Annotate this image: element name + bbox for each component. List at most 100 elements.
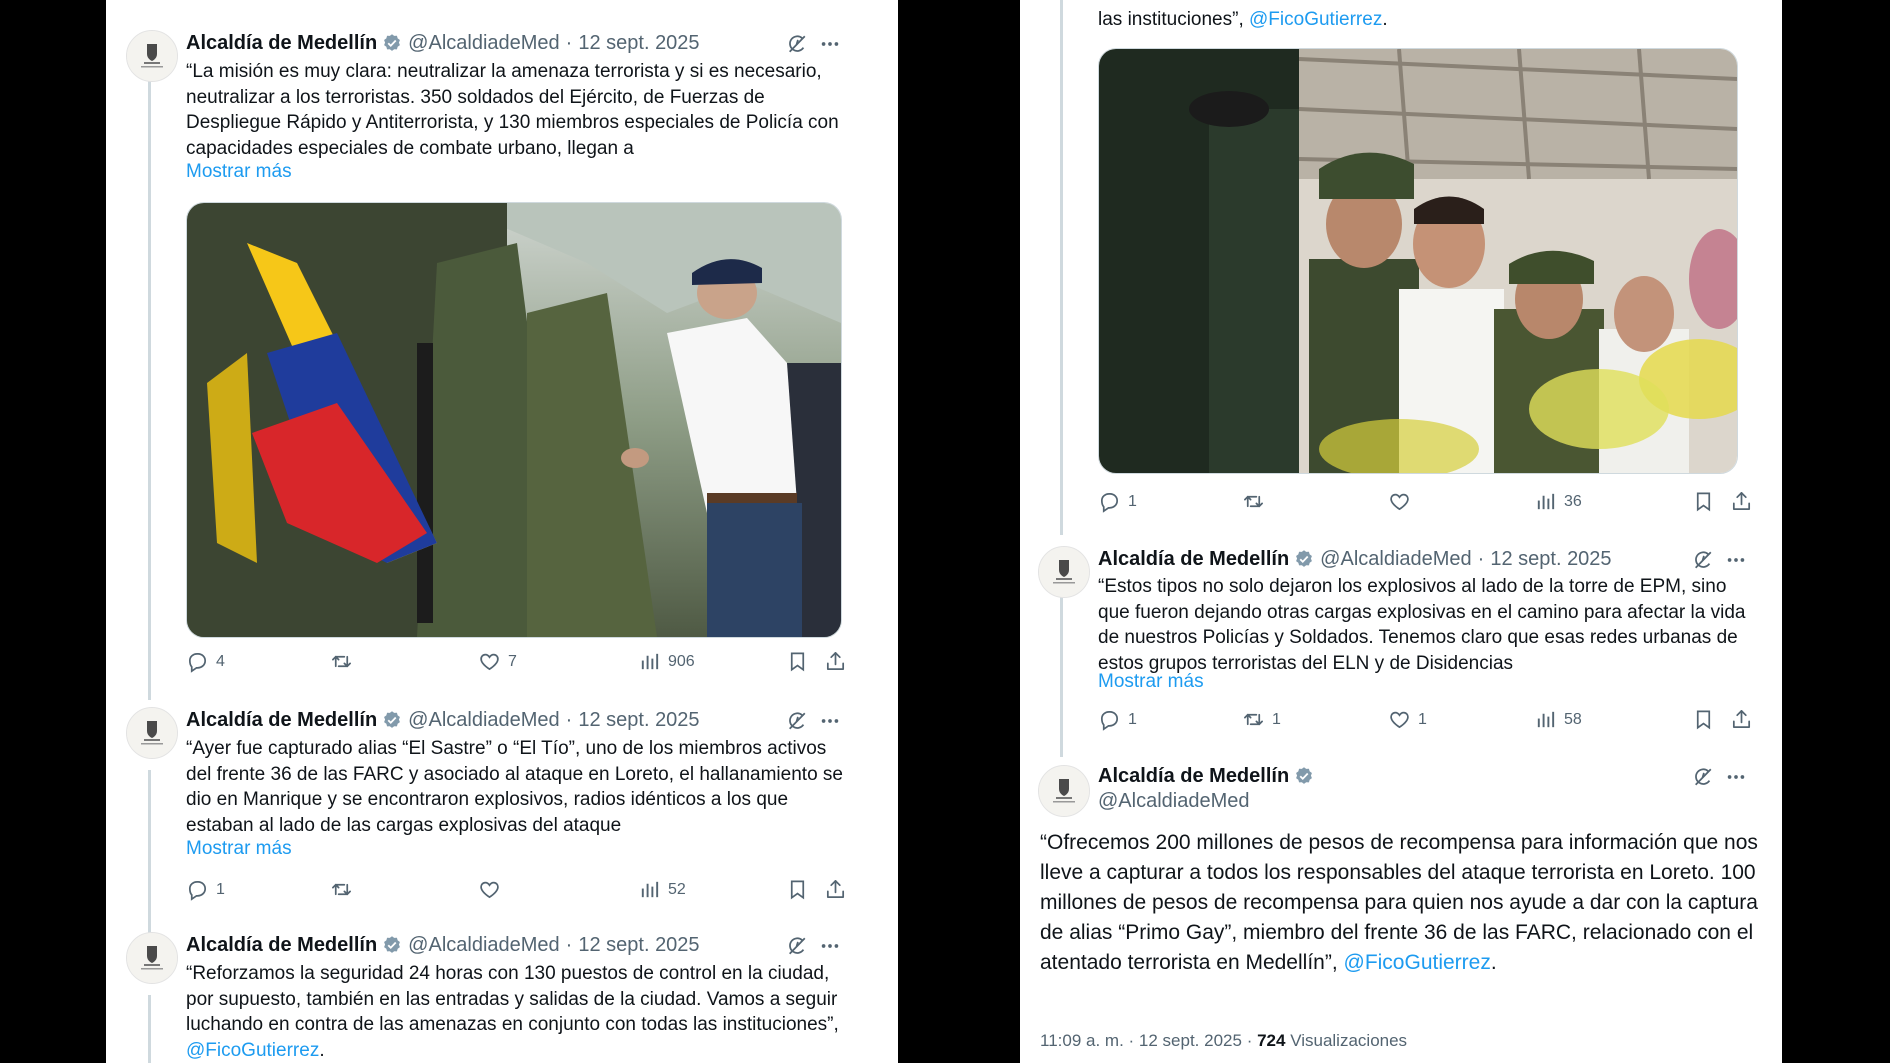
views-button[interactable]: 52	[638, 878, 686, 901]
view-count: 52	[668, 880, 686, 898]
tweet-time[interactable]: 11:09 a. m.	[1040, 1031, 1124, 1050]
tweet-photo[interactable]	[1098, 48, 1738, 474]
mention-link[interactable]: @FicoGutierrez	[1249, 9, 1382, 30]
author-name[interactable]: Alcaldía de Medellín	[1098, 765, 1289, 788]
tweet-text: las instituciones”, @FicoGutierrez.	[1098, 7, 1748, 33]
more-icon[interactable]	[818, 33, 842, 55]
views-button[interactable]: 36	[1534, 490, 1582, 513]
share-button[interactable]	[1730, 708, 1760, 731]
mention-link[interactable]: @FicoGutierrez	[186, 1040, 319, 1061]
like-button[interactable]	[1388, 490, 1418, 513]
tweet-date[interactable]: 12 sept. 2025	[1490, 548, 1611, 571]
grok-icon[interactable]	[786, 935, 808, 957]
bookmark-button[interactable]	[1692, 708, 1722, 731]
share-icon	[1730, 708, 1753, 731]
grok-icon[interactable]	[1692, 549, 1714, 571]
tweet[interactable]: Alcaldía de Medellín @AlcaldiadeMed · 12…	[106, 0, 898, 700]
avatar[interactable]	[126, 30, 178, 82]
photo-mayor-soldiers	[187, 203, 841, 637]
show-more-link[interactable]: Mostrar más	[186, 161, 292, 183]
like-button[interactable]	[478, 878, 508, 901]
avatar[interactable]	[1038, 546, 1090, 598]
avatar[interactable]	[1038, 765, 1090, 817]
bookmark-button[interactable]	[786, 650, 816, 673]
tweet[interactable]: Alcaldía de Medellín @AlcaldiadeMed · 12…	[106, 700, 898, 925]
separator-dot: ·	[1477, 547, 1485, 570]
bookmark-icon	[1692, 490, 1715, 513]
more-icon[interactable]	[1724, 766, 1748, 788]
more-icon[interactable]	[818, 935, 842, 957]
right-thread-panel: las instituciones”, @FicoGutierrez. 1 36…	[1020, 0, 1782, 1063]
bookmark-button[interactable]	[786, 878, 816, 901]
views-button[interactable]: 58	[1534, 708, 1582, 731]
separator-dot: ·	[1128, 1031, 1139, 1050]
tweet-photo[interactable]	[186, 202, 842, 638]
show-more-link[interactable]: Mostrar más	[186, 838, 292, 860]
tweet[interactable]: Alcaldía de Medellín @AlcaldiadeMed · 12…	[106, 925, 898, 1063]
retweet-button[interactable]	[330, 650, 360, 673]
tweet-date[interactable]: 12 sept. 2025	[1139, 1031, 1242, 1050]
author-name[interactable]: Alcaldía de Medellín	[186, 709, 377, 732]
like-button[interactable]: 7	[478, 650, 517, 673]
tweet-text: “La misión es muy clara: neutralizar la …	[186, 61, 839, 159]
left-thread-panel: Alcaldía de Medellín @AlcaldiadeMed · 12…	[106, 0, 898, 1063]
reply-icon	[1098, 490, 1121, 513]
reply-count: 1	[1128, 710, 1137, 728]
like-icon	[1388, 708, 1411, 731]
author-name[interactable]: Alcaldía de Medellín	[1098, 548, 1289, 571]
author-name[interactable]: Alcaldía de Medellín	[186, 32, 377, 55]
tweet-text-tail: .	[1382, 9, 1388, 30]
reply-count: 4	[216, 652, 225, 670]
tweet-date[interactable]: 12 sept. 2025	[578, 934, 699, 957]
retweet-button[interactable]	[1242, 490, 1272, 513]
like-count: 1	[1418, 710, 1427, 728]
reply-button[interactable]: 1	[1098, 708, 1137, 731]
main-tweet[interactable]: Alcaldía de Medellín @AlcaldiadeMed “Ofr…	[1020, 755, 1782, 1063]
separator-dot: ·	[1246, 1031, 1258, 1050]
tweet[interactable]: Alcaldía de Medellín @AlcaldiadeMed · 12…	[1020, 538, 1782, 738]
reply-button[interactable]: 1	[1098, 490, 1137, 513]
tweet[interactable]: las instituciones”, @FicoGutierrez. 1 36	[1020, 0, 1782, 530]
share-button[interactable]	[824, 878, 854, 901]
share-button[interactable]	[824, 650, 854, 673]
tweet-date[interactable]: 12 sept. 2025	[578, 32, 699, 55]
show-more-link[interactable]: Mostrar más	[1098, 671, 1204, 693]
like-count: 7	[508, 652, 517, 670]
author-name[interactable]: Alcaldía de Medellín	[186, 934, 377, 957]
author-handle[interactable]: @AlcaldiadeMed	[408, 934, 560, 957]
retweet-button[interactable]: 1	[1242, 708, 1281, 731]
tweet-text-tail: .	[1490, 951, 1497, 974]
views-button[interactable]: 906	[638, 650, 695, 673]
share-icon	[824, 878, 847, 901]
reply-icon	[186, 650, 209, 673]
author-handle[interactable]: @AlcaldiadeMed	[408, 709, 560, 732]
more-icon[interactable]	[818, 710, 842, 732]
avatar[interactable]	[126, 932, 178, 984]
share-button[interactable]	[1730, 490, 1760, 513]
reply-button[interactable]: 4	[186, 650, 225, 673]
author-handle[interactable]: @AlcaldiadeMed	[1320, 548, 1472, 571]
reply-icon	[186, 878, 209, 901]
author-handle[interactable]: @AlcaldiadeMed	[1098, 790, 1250, 813]
more-icon[interactable]	[1724, 549, 1748, 571]
tweet-text: “Ayer fue capturado alias “El Sastre” o …	[186, 738, 843, 836]
grok-icon[interactable]	[1692, 766, 1714, 788]
retweet-button[interactable]	[330, 878, 360, 901]
tweet-text-body: las instituciones”,	[1098, 9, 1250, 30]
avatar[interactable]	[126, 707, 178, 759]
tweet-header: Alcaldía de Medellín	[1098, 763, 1320, 789]
bookmark-button[interactable]	[1692, 490, 1722, 513]
mention-link[interactable]: @FicoGutierrez	[1344, 951, 1491, 974]
views-icon	[1534, 708, 1557, 731]
tweet-date[interactable]: 12 sept. 2025	[578, 709, 699, 732]
grok-icon[interactable]	[786, 710, 808, 732]
reply-button[interactable]: 1	[186, 878, 225, 901]
author-handle[interactable]: @AlcaldiadeMed	[408, 32, 560, 55]
grok-icon[interactable]	[786, 33, 808, 55]
tweet-actions: 1 36	[1098, 490, 1748, 516]
like-button[interactable]: 1	[1388, 708, 1427, 731]
separator-dot: ·	[565, 31, 573, 54]
photo-officials-ceremony	[1099, 49, 1737, 473]
tweet-text-body: “Reforzamos la seguridad 24 horas con 13…	[186, 963, 839, 1035]
reply-count: 1	[1128, 492, 1137, 510]
